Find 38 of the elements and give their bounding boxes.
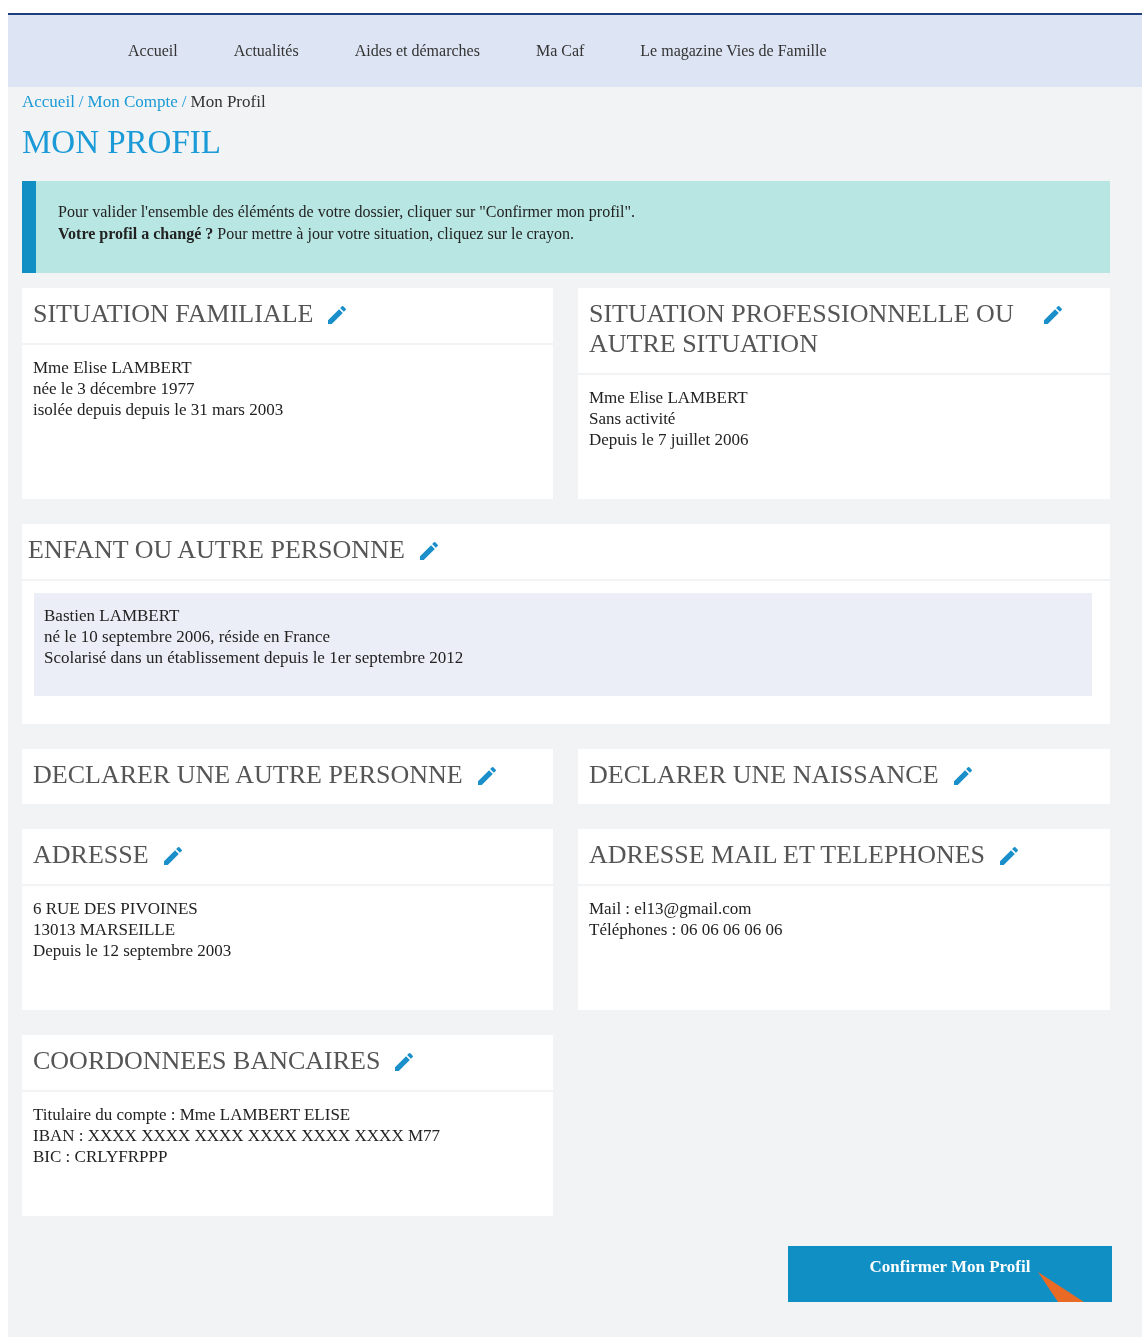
card-text: Scolarisé dans un établissement depuis le 1er septembre 2012 [44, 647, 465, 668]
card-title: SITUATION FAMILIALE [33, 299, 314, 329]
card-text: Mme Elise LAMBERT [33, 357, 193, 378]
card-text: Depuis le 7 juillet 2006 [589, 429, 750, 450]
card-text: IBAN : XXXX XXXX XXXX XXXX XXXX XXXX M77 [33, 1125, 442, 1146]
notice-text: Votre profil a changé ? Pour mettre à jour votre situation, cliquez sur le crayon. [58, 224, 576, 245]
card-text: isolée depuis depuis le 31 mars 2003 [33, 399, 285, 420]
confirm-button[interactable]: Confirmer Mon Profil [788, 1246, 1112, 1302]
card-text: Téléphones : 06 06 06 06 06 [589, 919, 784, 940]
card-text: Sans activité [589, 408, 677, 429]
edit-icon[interactable] [1041, 303, 1065, 327]
card-text: Bastien LAMBERT [44, 605, 181, 626]
card-title: ENFANT OU AUTRE PERSONNE [28, 535, 405, 565]
card-text: Titulaire du compte : Mme LAMBERT ELISE [33, 1104, 352, 1125]
card-text: Mme Elise LAMBERT [589, 387, 749, 408]
breadcrumb-current: Mon Profil [190, 92, 266, 111]
nav-link[interactable]: Ma Caf [535, 42, 585, 60]
nav-link[interactable]: Le magazine Vies de Famille [640, 42, 827, 60]
notice-text: Pour valider l'ensemble des éléménts de votre dossier, cliquer sur "Confirmer mon profil". [58, 202, 636, 223]
page-title: MON PROFIL [22, 124, 222, 161]
nav-link[interactable]: Aides et démarches [354, 42, 480, 60]
card-text: Depuis le 12 septembre 2003 [33, 940, 233, 961]
card-text: Mail : el13@gmail.com [589, 898, 753, 919]
breadcrumb-separator: / [78, 92, 84, 111]
breadcrumb-separator: / [181, 92, 187, 111]
card-title: DECLARER UNE NAISSANCE [589, 760, 939, 790]
card-text: née le 3 décembre 1977 [33, 378, 196, 399]
card-text: BIC : CRLYFRPPP [33, 1146, 169, 1167]
card-title: SITUATION PROFESSIONNELLE OU AUTRE SITUATION [589, 299, 1015, 359]
card-title: COORDONNEES BANCAIRES [33, 1046, 381, 1076]
nav-link[interactable]: Accueil [128, 42, 178, 60]
card-title: DECLARER UNE AUTRE PERSONNE [33, 760, 463, 790]
card-text: né le 10 septembre 2006, réside en France [44, 626, 332, 647]
card-title: ADRESSE MAIL ET TELEPHONES [589, 840, 986, 870]
card-text: 6 RUE DES PIVOINES [33, 898, 199, 919]
card-text: 13013 MARSEILLE [33, 919, 177, 940]
nav-link[interactable]: Actualités [233, 42, 299, 60]
card-title: ADRESSE [33, 840, 149, 870]
